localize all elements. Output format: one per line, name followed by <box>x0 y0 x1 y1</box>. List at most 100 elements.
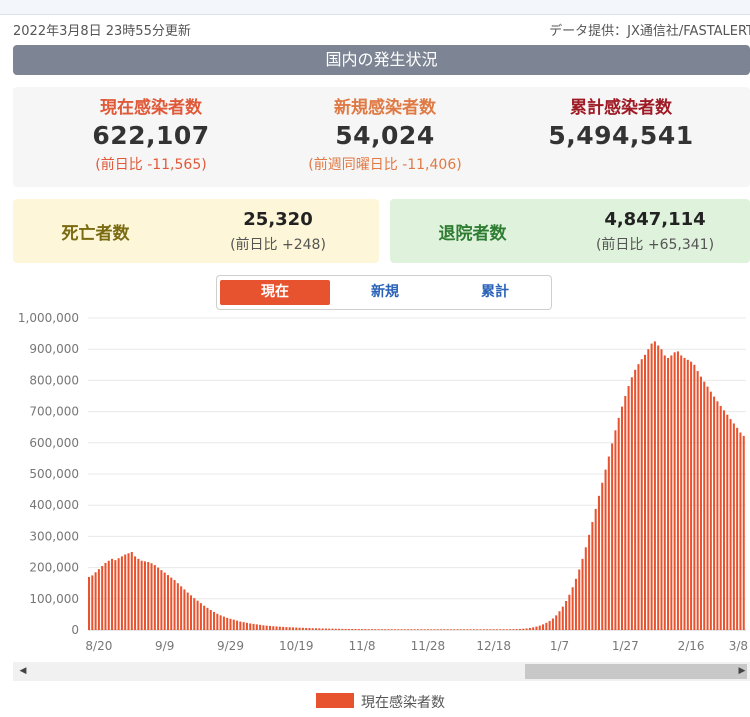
tab-total[interactable]: 累計 <box>440 280 550 305</box>
stats-panel: 現在感染者数 622,107 (前日比 -11,565) 新規感染者数 54,0… <box>13 87 750 187</box>
stat-current-value: 622,107 <box>92 121 210 150</box>
y-tick-label: 300,000 <box>29 529 79 543</box>
bar <box>153 565 156 630</box>
bar <box>288 627 291 630</box>
bar <box>476 629 479 630</box>
bar <box>176 583 179 630</box>
bar <box>578 569 581 630</box>
bar <box>196 600 199 630</box>
chart-scrollbar[interactable]: ◀ ▶ <box>13 662 750 681</box>
bar <box>173 580 176 630</box>
stat-current-change: (前日比 -11,565) <box>95 157 207 173</box>
bar <box>584 547 587 630</box>
bar <box>357 629 360 630</box>
bar <box>275 626 278 630</box>
bar <box>413 629 416 630</box>
bar <box>680 355 683 630</box>
bar <box>479 629 482 630</box>
bar <box>239 621 242 630</box>
scrollbar-thumb[interactable] <box>525 664 747 679</box>
bar <box>272 626 275 630</box>
bar <box>617 417 620 630</box>
x-tick-label: 11/8 <box>349 639 376 653</box>
bar <box>410 629 413 630</box>
bar <box>614 430 617 630</box>
bar <box>305 627 308 630</box>
x-tick-label: 1/7 <box>550 639 569 653</box>
bar <box>486 629 489 630</box>
legend-label: 現在感染者数 <box>361 695 445 711</box>
y-tick-label: 600,000 <box>29 436 79 450</box>
bar <box>495 629 498 630</box>
bar <box>601 482 604 630</box>
bar <box>245 622 248 630</box>
bar <box>397 629 400 630</box>
bar <box>199 603 202 630</box>
y-tick-label: 800,000 <box>29 373 79 387</box>
bar <box>604 469 607 630</box>
bar <box>594 508 597 630</box>
bar <box>509 629 512 630</box>
bar <box>657 345 660 630</box>
bar <box>634 369 637 630</box>
bar <box>213 611 216 630</box>
bar <box>298 627 301 630</box>
bar <box>525 628 528 630</box>
bar <box>338 628 341 630</box>
bar <box>216 613 219 630</box>
bar <box>347 628 350 630</box>
bar <box>370 629 373 630</box>
bar <box>505 629 508 630</box>
bar <box>532 627 535 630</box>
bar <box>453 629 456 630</box>
recovered-box: 退院者数 4,847,114 (前日比 +65,341) <box>390 199 750 263</box>
bar <box>627 386 630 630</box>
tab-current[interactable]: 現在 <box>220 280 330 305</box>
bar <box>334 628 337 630</box>
bar <box>311 628 314 630</box>
bar <box>189 595 193 630</box>
bar <box>134 556 137 630</box>
x-tick-label: 8/20 <box>85 639 112 653</box>
data-source: データ提供：JX通信社/FASTALERT <box>549 24 750 39</box>
y-tick-label: 700,000 <box>29 405 79 419</box>
bar <box>620 406 624 630</box>
bar <box>703 381 706 630</box>
bar <box>94 572 97 630</box>
bar <box>561 606 564 630</box>
bar <box>670 355 673 630</box>
bar <box>295 627 298 630</box>
bar <box>147 561 150 630</box>
arrow-left-icon[interactable]: ◀ <box>15 662 31 681</box>
bar <box>229 618 232 630</box>
bar <box>640 359 643 630</box>
arrow-right-icon[interactable]: ▶ <box>734 662 750 681</box>
bar <box>739 432 742 630</box>
bar <box>538 625 541 630</box>
bar <box>390 629 393 630</box>
bar <box>706 386 709 630</box>
bar <box>558 611 561 630</box>
x-tick-label: 10/19 <box>279 639 314 653</box>
bar <box>222 616 225 630</box>
tab-new[interactable]: 新規 <box>330 280 440 305</box>
x-tick-label: 1/27 <box>612 639 639 653</box>
bar <box>420 629 423 630</box>
recovered-value: 4,847,114 <box>604 209 706 230</box>
bar <box>321 628 324 630</box>
bar <box>522 628 525 630</box>
bar <box>699 376 702 630</box>
bar <box>630 377 633 630</box>
bar <box>489 629 492 630</box>
bar <box>400 629 403 630</box>
chart-legend[interactable]: 現在感染者数 <box>0 690 750 712</box>
bar <box>492 629 495 630</box>
bar <box>667 357 670 630</box>
deaths-change: (前日比 +248) <box>230 237 326 253</box>
bar <box>291 627 295 630</box>
bar <box>268 625 271 630</box>
bar <box>262 625 265 630</box>
bar <box>259 624 262 630</box>
bar <box>351 629 354 630</box>
bar <box>716 401 719 630</box>
